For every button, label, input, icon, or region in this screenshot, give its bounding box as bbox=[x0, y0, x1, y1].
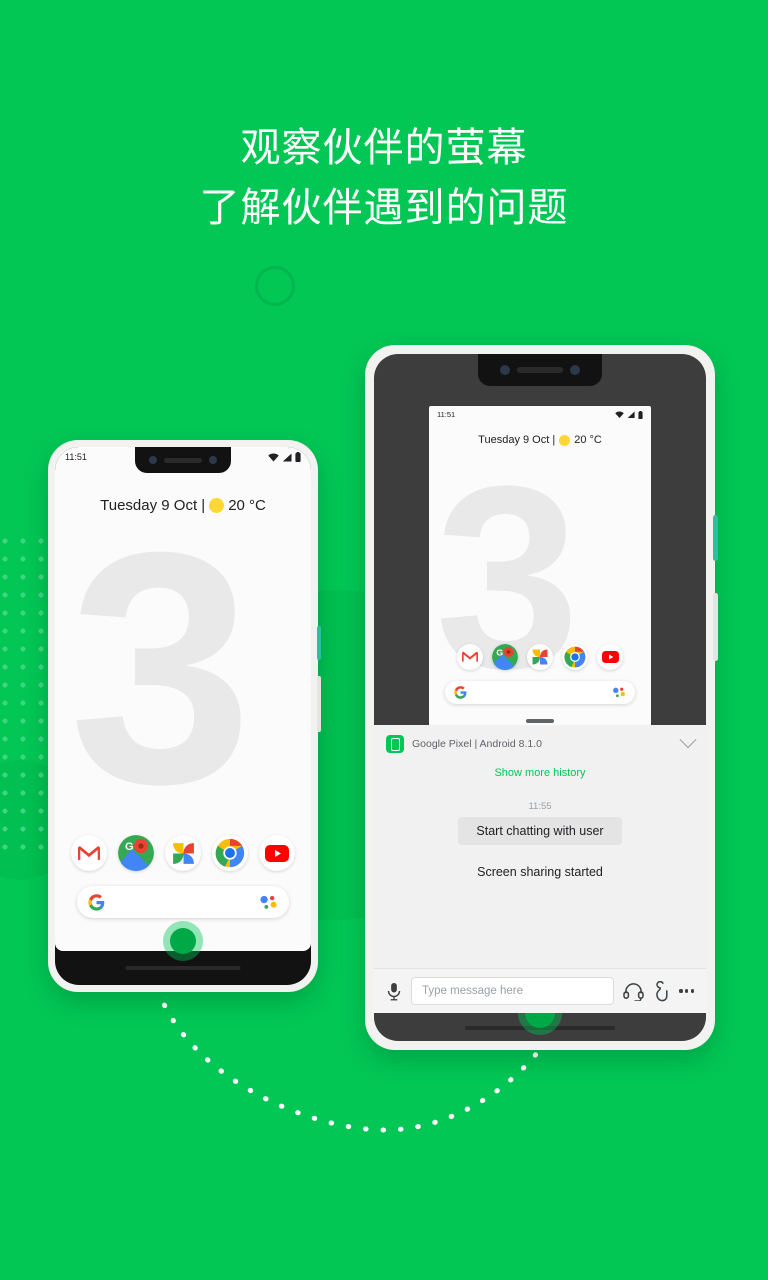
phone-right-notch bbox=[478, 354, 602, 386]
device-label: Google Pixel | Android 8.1.0 bbox=[412, 738, 542, 750]
google-assistant-icon bbox=[613, 687, 625, 698]
app-icon-youtube[interactable] bbox=[597, 644, 623, 670]
app-icon-photos[interactable] bbox=[165, 835, 201, 871]
signal-icon bbox=[627, 411, 635, 418]
app-icon-chrome[interactable] bbox=[562, 644, 588, 670]
status-time: 11:51 bbox=[65, 452, 87, 462]
status-icons bbox=[268, 452, 301, 462]
wifi-icon bbox=[615, 411, 624, 418]
more-options-icon[interactable] bbox=[679, 989, 694, 993]
hand-gesture-icon[interactable] bbox=[653, 980, 670, 1002]
page-title: 观察伙伴的萤幕 了解伙伴遇到的问题 bbox=[0, 118, 768, 238]
chat-message-list: Show more history 11:55 Start chatting w… bbox=[374, 759, 706, 968]
app-icon-photos[interactable] bbox=[527, 644, 553, 670]
promo-screen: 观察伙伴的萤幕 了解伙伴遇到的问题 3 11:51 Tuesday 9 Oct … bbox=[0, 0, 768, 1280]
volume-button-left[interactable] bbox=[317, 676, 321, 732]
home-indicator-mirror[interactable] bbox=[526, 719, 554, 723]
message-input[interactable]: Type message here bbox=[411, 977, 615, 1005]
wifi-icon bbox=[268, 453, 279, 461]
temperature-text: 20 °C bbox=[228, 497, 266, 514]
chevron-down-icon[interactable] bbox=[679, 731, 697, 749]
weather-sun-icon bbox=[559, 434, 571, 446]
chat-panel: Google Pixel | Android 8.1.0 Show more h… bbox=[374, 725, 706, 1013]
headset-icon[interactable] bbox=[623, 982, 645, 1001]
bottom-speaker-grille-left bbox=[125, 966, 241, 970]
show-more-history-link[interactable]: Show more history bbox=[494, 767, 585, 779]
phone-left-notch bbox=[135, 447, 231, 473]
sensor-icon bbox=[570, 365, 580, 375]
power-button-right[interactable] bbox=[713, 515, 718, 561]
sensor-icon bbox=[209, 456, 217, 464]
status-time: 11:51 bbox=[437, 410, 456, 419]
status-icons bbox=[615, 410, 643, 419]
front-camera-icon bbox=[500, 365, 510, 375]
app-icon-youtube[interactable] bbox=[259, 835, 295, 871]
touch-indicator-left[interactable] bbox=[170, 928, 196, 954]
power-button-left[interactable] bbox=[317, 626, 321, 660]
battery-icon bbox=[638, 410, 643, 419]
app-icon-maps[interactable]: G bbox=[118, 835, 154, 871]
app-dock-left: G bbox=[55, 835, 311, 871]
front-camera-icon bbox=[149, 456, 157, 464]
google-search-bar-left[interactable] bbox=[77, 886, 289, 918]
phone-left: 3 11:51 Tuesday 9 Oct | 20 °C G bbox=[48, 440, 321, 992]
chat-bubble[interactable]: Start chatting with user bbox=[458, 817, 622, 845]
shared-screen-mirror[interactable]: 3 11:51 Tuesday 9 Oct | 20 °C G bbox=[429, 406, 651, 730]
volume-button-right[interactable] bbox=[713, 593, 718, 661]
temperature-text: 20 °C bbox=[574, 434, 602, 446]
device-icon bbox=[386, 735, 404, 753]
date-weather-widget-mirror[interactable]: Tuesday 9 Oct | 20 °C bbox=[429, 434, 651, 446]
phone-left-homescreen: 3 11:51 Tuesday 9 Oct | 20 °C G bbox=[55, 447, 311, 951]
svg-text:G: G bbox=[496, 648, 503, 658]
statusbar-mirror: 11:51 bbox=[429, 410, 651, 419]
headline-line-1: 观察伙伴的萤幕 bbox=[240, 126, 528, 170]
chat-device-header[interactable]: Google Pixel | Android 8.1.0 bbox=[374, 725, 706, 759]
phone-right: 3 11:51 Tuesday 9 Oct | 20 °C G Google P… bbox=[365, 345, 718, 1050]
phone-left-bezel: 3 11:51 Tuesday 9 Oct | 20 °C G bbox=[55, 447, 311, 985]
google-g-icon bbox=[88, 893, 105, 911]
headline-line-2: 了解伙伴遇到的问题 bbox=[199, 186, 569, 230]
system-message: Screen sharing started bbox=[477, 865, 603, 879]
microphone-icon[interactable] bbox=[386, 982, 402, 1001]
decorative-ring bbox=[255, 266, 295, 306]
app-dock-mirror: G bbox=[429, 644, 651, 670]
chat-toolbar: Type message here bbox=[374, 968, 706, 1013]
google-assistant-icon bbox=[260, 895, 277, 909]
date-text: Tuesday 9 Oct | bbox=[100, 497, 206, 514]
weather-sun-icon bbox=[209, 498, 225, 513]
google-g-icon bbox=[454, 686, 467, 699]
svg-text:G: G bbox=[125, 841, 134, 853]
google-search-bar-mirror[interactable] bbox=[445, 681, 635, 704]
app-icon-chrome[interactable] bbox=[212, 835, 248, 871]
app-icon-gmail[interactable] bbox=[457, 644, 483, 670]
date-weather-widget-left[interactable]: Tuesday 9 Oct | 20 °C bbox=[55, 497, 311, 514]
date-text: Tuesday 9 Oct | bbox=[478, 434, 556, 446]
wallpaper-numeral: 3 bbox=[69, 483, 253, 852]
earpiece-speaker bbox=[164, 457, 202, 463]
earpiece-speaker bbox=[517, 367, 563, 373]
signal-icon bbox=[282, 453, 292, 461]
phone-right-bezel: 3 11:51 Tuesday 9 Oct | 20 °C G Google P… bbox=[374, 354, 706, 1041]
battery-icon bbox=[295, 452, 301, 462]
app-icon-maps[interactable]: G bbox=[492, 644, 518, 670]
message-timestamp: 11:55 bbox=[528, 801, 552, 812]
app-icon-gmail[interactable] bbox=[71, 835, 107, 871]
